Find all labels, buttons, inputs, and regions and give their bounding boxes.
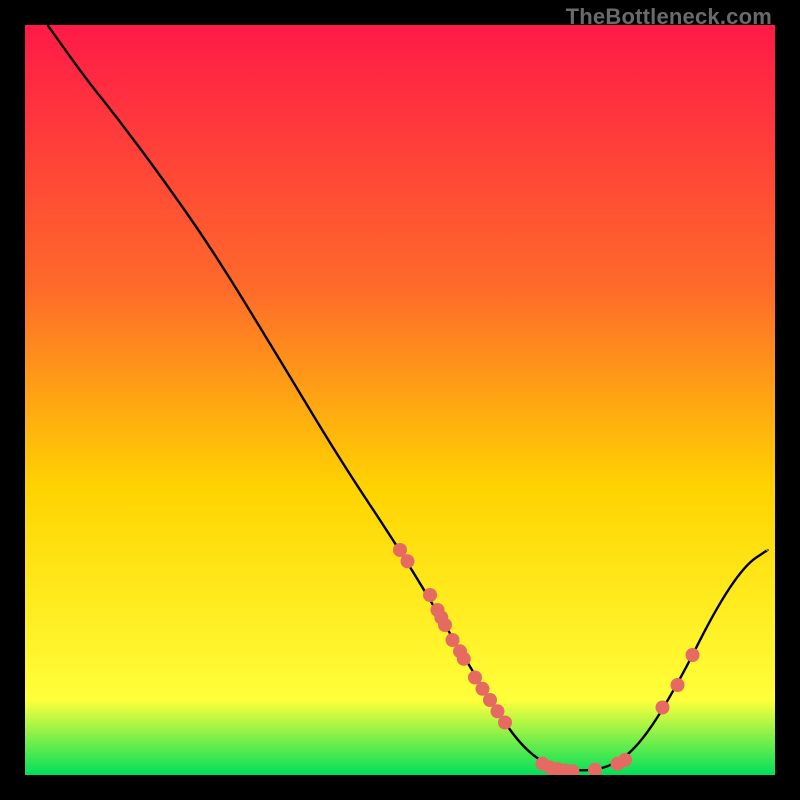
chart-svg: [25, 25, 775, 775]
chart-area: [25, 25, 775, 775]
data-point: [618, 753, 632, 767]
data-point: [457, 652, 471, 666]
data-point: [423, 588, 437, 602]
data-point: [686, 648, 700, 662]
data-point: [656, 701, 670, 715]
data-point: [671, 678, 685, 692]
data-point: [498, 716, 512, 730]
data-point: [438, 618, 452, 632]
data-point: [401, 554, 415, 568]
gradient-background: [25, 25, 775, 775]
